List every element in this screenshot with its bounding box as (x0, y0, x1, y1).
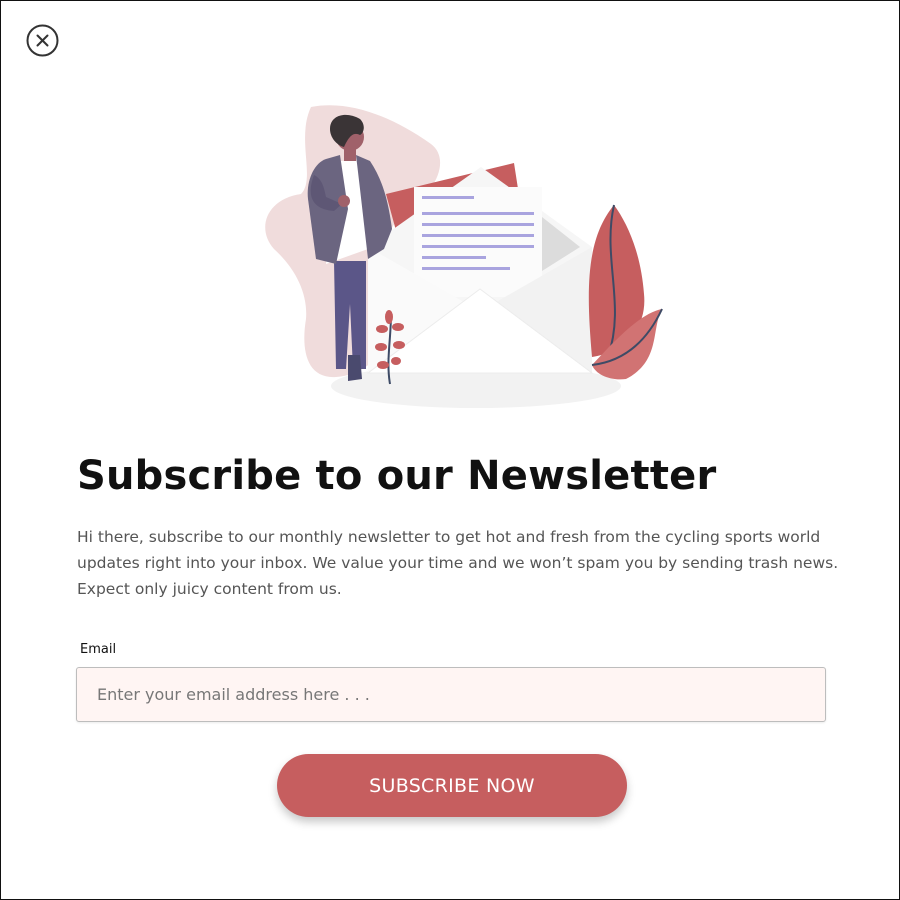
newsletter-modal: Subscribe to our Newsletter Hi there, su… (0, 0, 900, 900)
newsletter-description: Hi there, subscribe to our monthly newsl… (77, 528, 839, 598)
email-field[interactable] (76, 667, 826, 722)
envelope-illustration-icon (265, 105, 663, 408)
newsletter-illustration (256, 99, 676, 414)
page-title: Subscribe to our Newsletter (77, 453, 717, 499)
close-button[interactable] (26, 24, 59, 57)
email-label: Email (80, 642, 117, 657)
subscribe-button[interactable]: SUBSCRIBE NOW (277, 754, 627, 817)
close-icon (26, 24, 59, 57)
